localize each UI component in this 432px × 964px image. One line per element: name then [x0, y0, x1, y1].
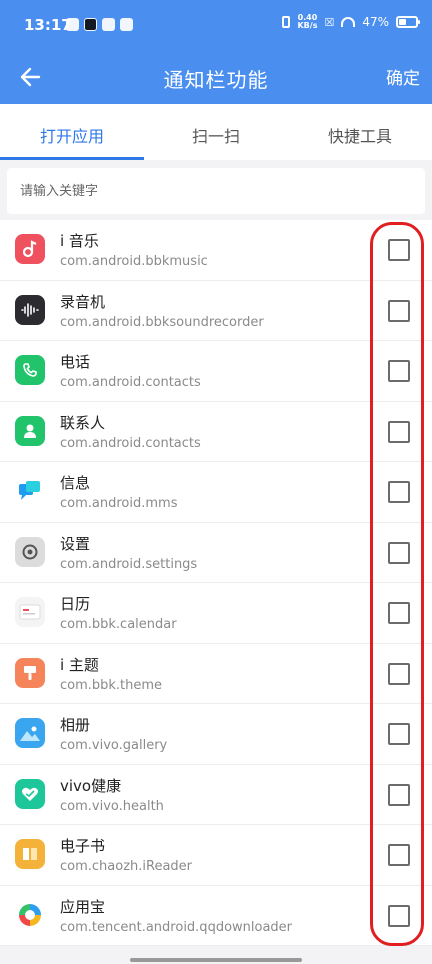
list-item[interactable]: i 主题 com.bbk.theme: [0, 644, 432, 704]
tab-bar: 打开应用 扫一扫 快捷工具: [0, 104, 432, 160]
app-name: 设置: [60, 534, 91, 553]
list-item[interactable]: 信息 com.android.mms: [0, 462, 432, 523]
app-package: com.bbk.calendar: [60, 617, 177, 632]
app-name: i 主题: [60, 655, 99, 674]
app-name: 电子书: [60, 837, 106, 855]
app-name: vivo健康: [60, 776, 122, 795]
select-checkbox[interactable]: [388, 360, 410, 382]
list-item[interactable]: vivo健康 com.vivo.health: [0, 765, 432, 825]
app-name: 电话: [60, 353, 91, 371]
app-package: com.vivo.health: [60, 798, 164, 814]
status-time: 13:17: [24, 16, 72, 34]
tiktok-icon: [84, 18, 97, 31]
select-checkbox[interactable]: [388, 904, 410, 927]
select-checkbox[interactable]: [388, 239, 410, 261]
calendar-icon: [15, 597, 45, 627]
select-checkbox[interactable]: [388, 844, 410, 866]
app-package: com.chaozh.iReader: [60, 859, 193, 874]
list-item[interactable]: i 音乐 com.android.bbkmusic: [0, 220, 432, 281]
list-item[interactable]: 设置 com.android.settings: [0, 523, 432, 583]
settings-icon: [15, 536, 45, 567]
status-bar: 13:17 0.40 KB/s ☒ 47%: [0, 0, 432, 50]
app-name: 联系人: [60, 413, 106, 432]
search-box: [7, 168, 425, 214]
confirm-button[interactable]: 确定: [386, 64, 420, 89]
list-item[interactable]: 录音机 com.android.bbksoundrecorder: [0, 281, 432, 341]
app-name: i 音乐: [60, 232, 99, 250]
contacts-icon: [15, 415, 45, 446]
chat-notification-icon: [120, 18, 133, 31]
select-checkbox[interactable]: [388, 602, 410, 624]
battery-percent: 47%: [362, 15, 389, 29]
phone-icon: [15, 355, 45, 385]
select-checkbox[interactable]: [388, 299, 410, 322]
app-package: com.bbk.theme: [60, 677, 163, 693]
select-checkbox[interactable]: [388, 783, 410, 806]
health-icon: [15, 778, 45, 809]
select-checkbox[interactable]: [388, 662, 410, 685]
app-package: com.android.contacts: [60, 375, 201, 390]
messages-icon: [15, 476, 45, 506]
list-item[interactable]: 应用宝 com.tencent.android.qqdownloader: [0, 886, 432, 946]
list-item[interactable]: 联系人 com.android.contacts: [0, 402, 432, 462]
app-name: 日历: [60, 595, 91, 613]
theme-icon: [15, 657, 45, 688]
app-name: 应用宝: [60, 897, 106, 916]
app-package: com.tencent.android.qqdownloader: [60, 919, 293, 935]
tab-open-app[interactable]: 打开应用: [0, 104, 144, 160]
tab-scan[interactable]: 扫一扫: [144, 104, 288, 160]
app-name: 录音机: [60, 292, 106, 311]
list-item[interactable]: 相册 com.vivo.gallery: [0, 704, 432, 765]
select-checkbox[interactable]: [388, 420, 410, 443]
select-checkbox[interactable]: [388, 481, 410, 503]
list-item[interactable]: 日历 com.bbk.calendar: [0, 583, 432, 644]
app-package: com.android.contacts: [60, 435, 201, 451]
ebook-icon: [15, 839, 45, 869]
notification-icons: [66, 18, 133, 31]
music-icon: [15, 234, 45, 264]
network-speed: 0.40 KB/s: [297, 13, 318, 30]
select-checkbox[interactable]: [388, 723, 410, 745]
list-item[interactable]: 电子书 com.chaozh.iReader: [0, 825, 432, 886]
search-input[interactable]: [7, 168, 425, 214]
no-sim-icon: ☒: [324, 15, 335, 29]
app-package: com.vivo.gallery: [60, 738, 168, 753]
appstore-icon: [15, 900, 45, 930]
select-checkbox[interactable]: [388, 541, 410, 564]
home-indicator[interactable]: [130, 958, 302, 962]
vibrate-icon: [282, 16, 291, 28]
app-package: com.android.mms: [60, 496, 178, 511]
gallery-icon: [15, 718, 45, 748]
app-name: 信息: [60, 474, 91, 492]
wifi-icon: [341, 17, 356, 27]
app-package: com.android.settings: [60, 556, 198, 572]
app-package: com.android.bbksoundrecorder: [60, 314, 264, 330]
app-notification-icon: [102, 18, 115, 31]
status-right: 0.40 KB/s ☒ 47%: [282, 13, 420, 30]
battery-icon: [396, 16, 420, 28]
app-bar: 通知栏功能 确定: [0, 50, 432, 104]
page-title: 通知栏功能: [163, 68, 269, 92]
recorder-icon: [15, 294, 45, 325]
sync-icon: [66, 18, 79, 31]
app-name: 相册: [60, 716, 91, 734]
app-package: com.android.bbkmusic: [60, 254, 208, 269]
tab-quick-tools[interactable]: 快捷工具: [288, 104, 432, 160]
list-item[interactable]: 电话 com.android.contacts: [0, 341, 432, 402]
app-list: i 音乐 com.android.bbkmusic 录音机 com.androi…: [0, 220, 432, 946]
